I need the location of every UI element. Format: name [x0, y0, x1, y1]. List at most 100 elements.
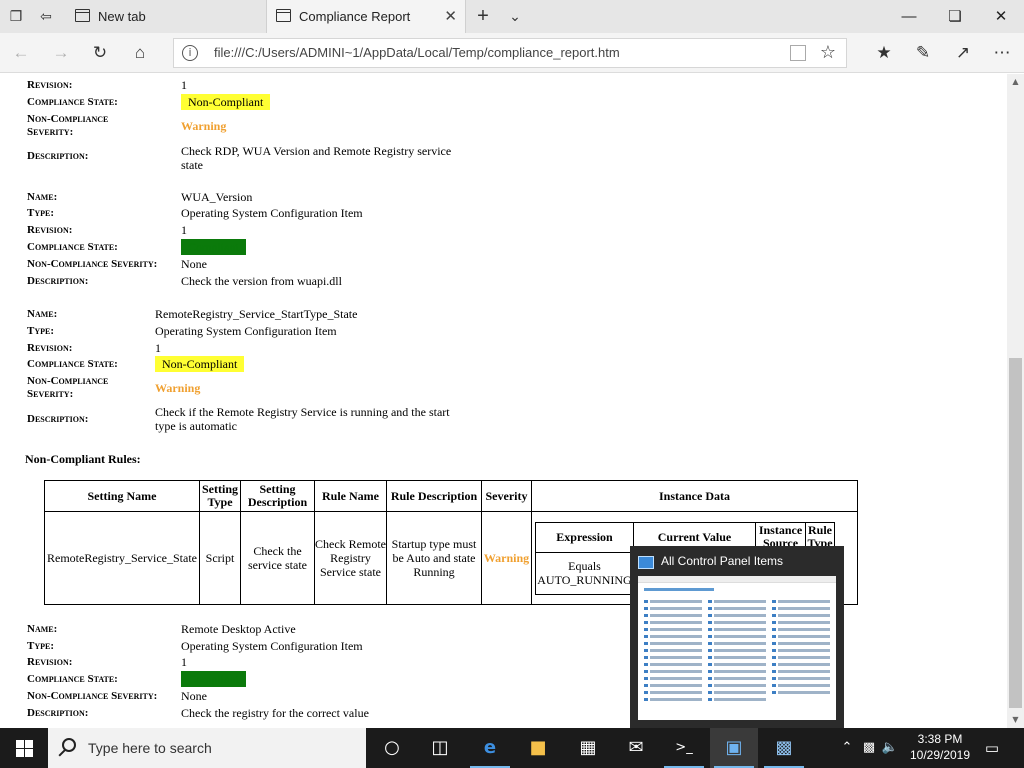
item-type: Operating System Configuration Item — [181, 206, 363, 220]
label-compliance-state: Compliance State: — [27, 241, 118, 253]
address-text[interactable]: file:///C:/Users/ADMINI~1/AppData/Local/… — [214, 39, 620, 67]
col-rule-name: Rule Name — [314, 480, 387, 512]
item-revision: 1 — [181, 655, 187, 669]
scroll-up-icon[interactable]: ▲ — [1007, 74, 1024, 90]
col-setting-description: Setting Description — [240, 480, 315, 512]
item-revision: 1 — [181, 78, 187, 92]
system-clock[interactable]: 3:38 PM 10/29/2019 — [900, 731, 980, 763]
tab-manager-icon[interactable]: ❐ — [6, 6, 26, 26]
item-severity: None — [181, 257, 207, 271]
taskbar-search-box[interactable]: Type here to search — [48, 728, 366, 768]
label-noncompliance-severity: Non-Compliance Severity: — [27, 258, 158, 270]
task-view-icon[interactable]: ◫ — [416, 728, 464, 768]
label-revision: Revision: — [27, 656, 73, 668]
refresh-button[interactable]: ↻ — [87, 41, 113, 65]
scrollbar-thumb[interactable] — [1009, 358, 1022, 708]
search-placeholder: Type here to search — [88, 740, 212, 756]
label-revision: Revision: — [27, 79, 73, 91]
info-icon[interactable]: i — [182, 45, 198, 61]
item-revision: 1 — [155, 341, 161, 355]
notification-icon[interactable]: ▭ — [980, 728, 1004, 768]
label-description: Description: — [27, 707, 89, 719]
label-name: Name: — [27, 191, 58, 203]
label-revision: Revision: — [27, 342, 73, 354]
cortana-icon[interactable]: ○ — [368, 728, 416, 768]
label-description: Description: — [27, 150, 89, 162]
item-type: Operating System Configuration Item — [155, 324, 337, 338]
close-tab-icon[interactable]: ✕ — [444, 0, 457, 33]
cell-setting-name: RemoteRegistry_Service_State — [44, 511, 200, 605]
thumbnail-title: All Control Panel Items — [661, 554, 784, 568]
severity-warning: Warning — [181, 119, 227, 133]
clock-time: 3:38 PM — [917, 732, 963, 746]
taskbar-thumbnail-preview[interactable]: All Control Panel Items — [630, 546, 844, 728]
search-icon — [62, 738, 76, 752]
col-rule-description: Rule Description — [386, 480, 482, 512]
mail-icon[interactable]: ✉ — [612, 728, 660, 768]
favorite-star-icon[interactable]: ☆ — [820, 42, 836, 63]
cell-setting-type: Script — [199, 511, 241, 605]
close-window-button[interactable]: ✕ — [978, 0, 1024, 33]
minimize-button[interactable]: — — [886, 0, 932, 33]
window-preview-image[interactable] — [638, 576, 836, 720]
chevron-up-icon[interactable]: ⌃ — [838, 728, 856, 768]
chevron-down-icon[interactable]: ⌄ — [505, 6, 525, 26]
item-severity: None — [181, 689, 207, 703]
volume-icon[interactable]: 🔈 — [880, 728, 900, 768]
item-type: Operating System Configuration Item — [181, 639, 363, 653]
scroll-down-icon[interactable]: ▼ — [1007, 712, 1024, 728]
label-noncompliance-severity: Non-Compliance Severity: — [27, 113, 109, 138]
label-compliance-state: Compliance State: — [27, 673, 118, 685]
store-icon[interactable]: ▦ — [564, 728, 612, 768]
server-manager-icon[interactable]: ▩ — [760, 728, 808, 768]
label-noncompliance-severity: Non-Compliance Severity: — [27, 690, 158, 702]
tab-compliance-report[interactable]: Compliance Report ✕ — [266, 0, 466, 33]
col-setting-type: Setting Type — [199, 480, 241, 512]
navigation-bar: ← → ↻ ⌂ i file:///C:/Users/ADMINI~1/AppD… — [0, 33, 1024, 73]
cell-rule-name: Check Remote Registry Service state — [314, 511, 387, 605]
label-revision: Revision: — [27, 224, 73, 236]
file-explorer-icon[interactable]: ■ — [514, 728, 562, 768]
report-content: Revision: 1 Compliance State: Non-Compli… — [0, 74, 1007, 728]
item-name: Remote Desktop Active — [181, 622, 296, 636]
windows-taskbar: Type here to search ○ ◫ e ■ ▦ ✉ >_ ▣ ▩ ⌃… — [0, 728, 1024, 768]
back-button[interactable]: ← — [8, 41, 34, 65]
set-tabs-aside-icon[interactable]: ⇦ — [36, 6, 56, 26]
label-compliance-state: Compliance State: — [27, 96, 118, 108]
label-name: Name: — [27, 623, 58, 635]
label-type: Type: — [27, 207, 54, 219]
address-bar[interactable]: i file:///C:/Users/ADMINI~1/AppData/Loca… — [173, 38, 847, 68]
browser-tab-bar: ❐ ⇦ New tab Compliance Report ✕ + ⌄ — ❏ … — [0, 0, 1024, 33]
command-prompt-icon[interactable]: >_ — [660, 728, 708, 768]
cell-setting-description: Check the service state — [240, 511, 315, 605]
item-name: RemoteRegistry_Service_StartType_State — [155, 307, 358, 321]
new-tab-icon[interactable]: + — [473, 6, 493, 26]
edge-browser-icon[interactable]: e — [466, 728, 514, 768]
status-badge-noncompliant: Non-Compliant — [181, 94, 271, 110]
control-panel-taskbar-icon[interactable]: ▣ — [710, 728, 758, 768]
status-badge-compliant: Compliant — [181, 671, 246, 687]
tab-new-tab[interactable]: New tab — [66, 0, 266, 33]
reading-view-icon[interactable] — [790, 45, 806, 61]
item-description: Check RDP, WUA Version and Remote Regist… — [181, 144, 452, 172]
status-badge-noncompliant: Non-Compliant — [155, 356, 245, 372]
restore-button[interactable]: ❏ — [932, 0, 978, 33]
windows-logo-icon — [16, 740, 24, 748]
item-name: WUA_Version — [181, 190, 253, 204]
share-icon[interactable]: ↗ — [950, 41, 976, 65]
label-description: Description: — [27, 413, 89, 425]
home-button[interactable]: ⌂ — [127, 41, 153, 65]
favorites-icon[interactable]: ★ — [871, 41, 897, 65]
forward-button[interactable]: → — [48, 41, 74, 65]
label-type: Type: — [27, 640, 54, 652]
notes-pen-icon[interactable]: ✎ — [910, 41, 936, 65]
more-icon[interactable]: ⋯ — [989, 41, 1015, 65]
start-button[interactable] — [0, 728, 48, 768]
col-instance-data: Instance Data — [531, 480, 858, 512]
network-icon[interactable]: ▩ — [859, 728, 879, 768]
item-description: Check the version from wuapi.dll — [181, 274, 342, 288]
tab-label: New tab — [98, 9, 146, 24]
status-badge-compliant: Compliant — [181, 239, 246, 255]
clock-date: 10/29/2019 — [909, 748, 971, 762]
tab-label: Compliance Report — [299, 9, 411, 24]
